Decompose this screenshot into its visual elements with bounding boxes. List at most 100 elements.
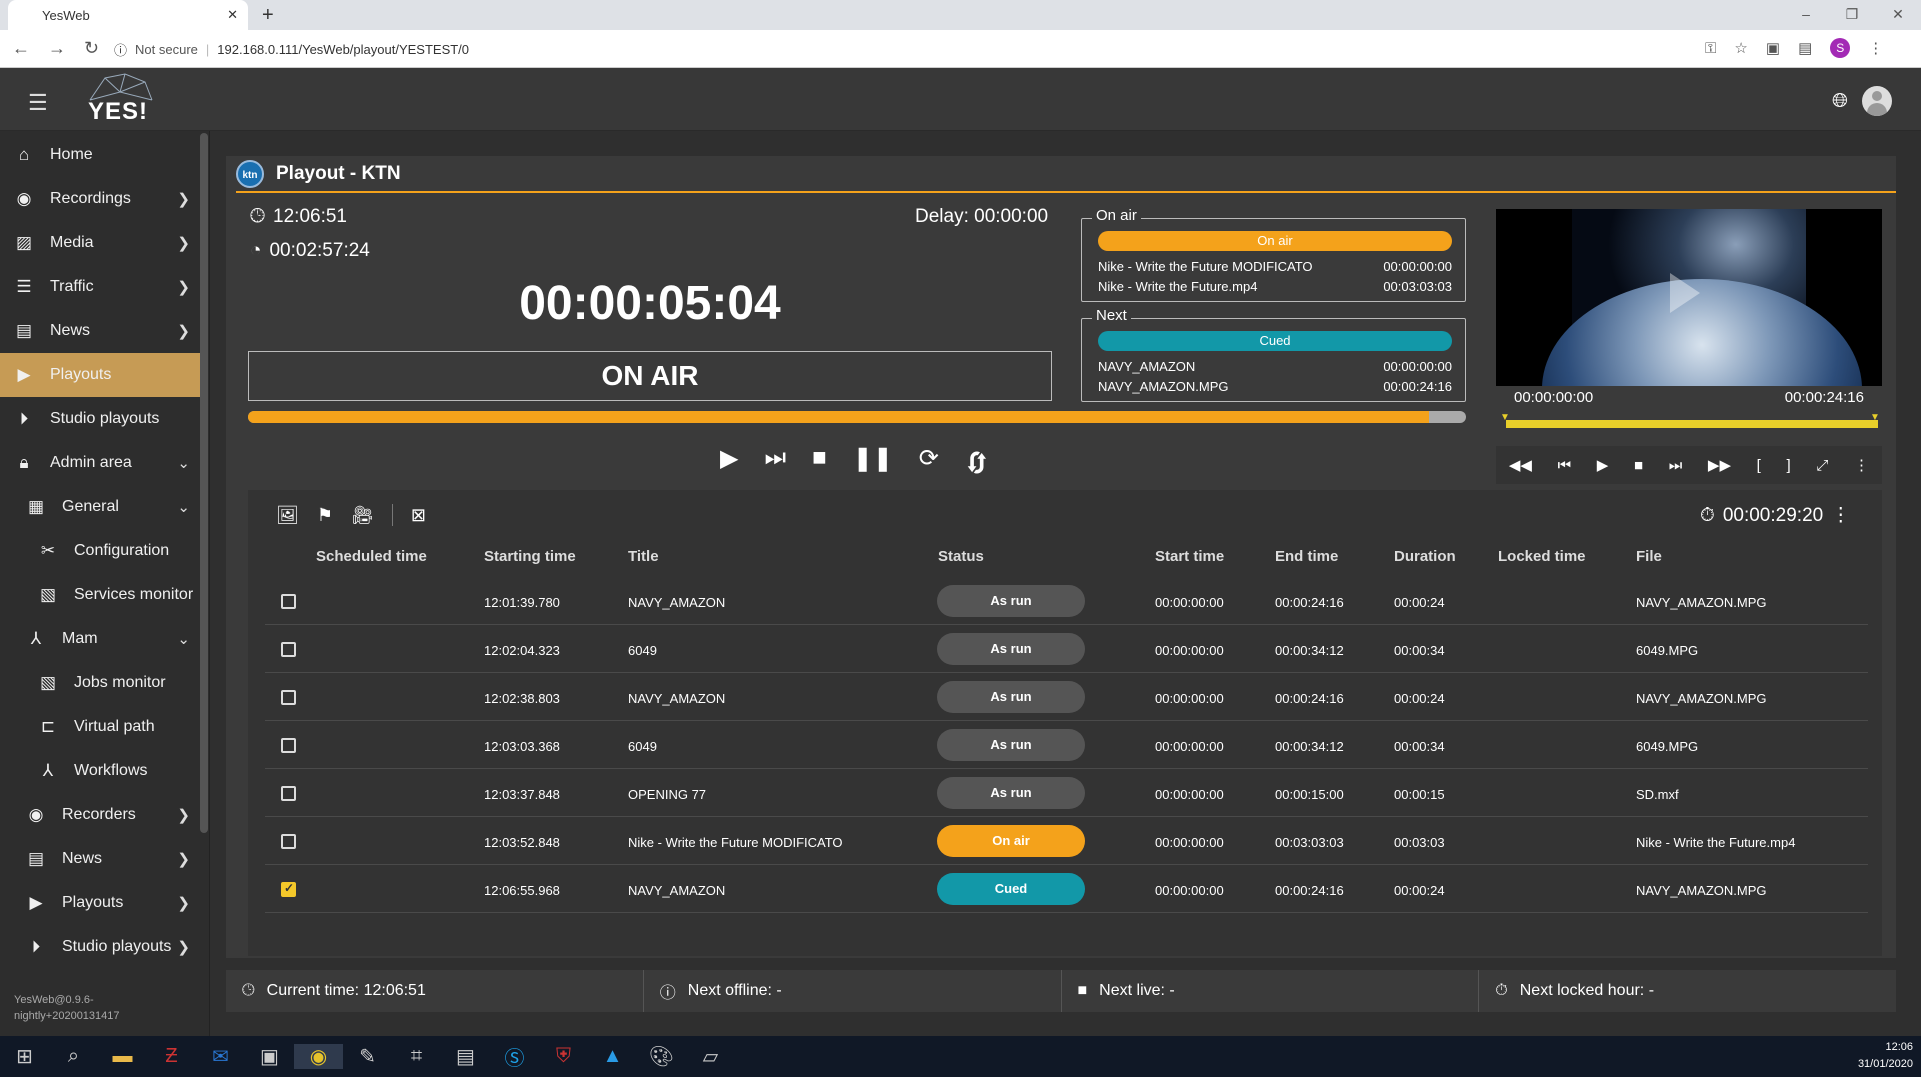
sidebar-item-playouts-admin[interactable]: ▶ Playouts ❯ — [0, 881, 200, 925]
loop-icon[interactable]: 🔄︎ — [965, 444, 989, 480]
sidebar-item-services-monitor[interactable]: ▧ Services monitor — [0, 573, 200, 617]
reload-clip-icon[interactable]: ⟳ — [919, 444, 939, 480]
add-marker-icon[interactable]: ⚑ — [317, 505, 333, 526]
antivirus-icon[interactable]: ⛨ — [539, 1045, 588, 1068]
extension-icon[interactable]: ▣ — [1766, 39, 1780, 57]
sidebar-item-media[interactable]: ▨ Media ❯ — [0, 221, 200, 265]
url-text[interactable]: 192.168.0.111/YesWeb/playout/YESTEST/0 — [217, 42, 469, 57]
close-window-icon[interactable]: ✕ — [1875, 0, 1921, 30]
search-icon[interactable]: ⌕ — [49, 1045, 98, 1068]
remote-icon[interactable]: ▤ — [441, 1044, 490, 1069]
paint-icon[interactable]: 🎨︎ — [637, 1044, 686, 1069]
sidebar-item-workflows[interactable]: ⅄ Workflows — [0, 749, 200, 793]
pause-icon[interactable]: ❚❚ — [853, 444, 893, 480]
sidebar-item-jobs-monitor[interactable]: ▧ Jobs monitor — [0, 661, 200, 705]
restore-icon[interactable]: ❐ — [1829, 0, 1875, 30]
close-tab-icon[interactable]: ✕ — [227, 7, 238, 23]
table-row[interactable]: 12:03:52.848 Nike - Write the Future MODI… — [265, 817, 1868, 865]
new-tab-icon[interactable]: + — [262, 4, 274, 27]
sidebar-item-recordings[interactable]: ◉ Recordings ❯ — [0, 177, 200, 221]
upload-icon[interactable]: ▲ — [588, 1045, 637, 1068]
table-row[interactable]: 12:02:38.803 NAVY_AMAZON 00:00:00:00 00:00:… — [265, 673, 1868, 721]
row-checkbox[interactable] — [281, 881, 296, 897]
star-icon[interactable]: ☆ — [1734, 39, 1747, 57]
delete-selection-icon[interactable]: ⊠ — [411, 505, 426, 526]
chrome-icon[interactable]: ◉ — [294, 1044, 343, 1069]
column-header[interactable]: Scheduled time — [316, 548, 427, 565]
fast-forward-icon[interactable]: ▶▶ — [1708, 456, 1731, 474]
preview-stop-icon[interactable]: ■ — [1634, 457, 1643, 474]
preview-scrubber[interactable] — [1506, 420, 1878, 428]
playlist-more-icon[interactable]: ⋮ — [1831, 504, 1850, 527]
pen-icon[interactable]: ✎ — [343, 1044, 392, 1069]
play-icon[interactable]: ▶ — [720, 444, 738, 480]
back-icon[interactable]: ← — [12, 38, 30, 59]
notes-icon[interactable]: ▱ — [686, 1044, 735, 1069]
trim-icon[interactable]: ⤢ — [1816, 457, 1828, 474]
column-header[interactable]: Duration — [1394, 548, 1456, 565]
preview-skip-next-icon[interactable]: ⏭ — [1669, 457, 1683, 474]
forward-icon[interactable]: → — [48, 38, 66, 59]
preview-play-icon[interactable] — [1670, 273, 1700, 313]
browser-tab[interactable]: YesWeb ✕ — [8, 0, 248, 30]
minimize-icon[interactable]: – — [1783, 0, 1829, 30]
sidebar-item-news-admin[interactable]: ▤ News ❯ — [0, 837, 200, 881]
table-row[interactable]: 12:06:55.968 NAVY_AMAZON 00:00:00:00 00:00:… — [265, 865, 1868, 913]
sidebar-item-virtual-path[interactable]: ⊏ Virtual path — [0, 705, 200, 749]
table-row[interactable]: 12:03:03.368 6049 00:00:00:00 00:00:34:12 00… — [265, 721, 1868, 769]
row-checkbox[interactable] — [281, 834, 296, 849]
sidebar-item-studio-playouts[interactable]: ⏵ Studio playouts — [0, 397, 200, 441]
column-header[interactable]: Start time — [1155, 548, 1224, 565]
sidebar-item-home[interactable]: ⌂ Home — [0, 133, 200, 177]
column-header[interactable]: End time — [1275, 548, 1338, 565]
taskbar-clock[interactable]: 12:06 31/01/2020 — [1858, 1039, 1913, 1073]
sidebar-scrollbar[interactable] — [200, 133, 208, 833]
sidebar-item-admin-area[interactable]: 🔒︎ Admin area ⌄ — [0, 441, 200, 485]
skype-icon[interactable]: Ⓢ — [490, 1042, 539, 1071]
row-checkbox[interactable] — [281, 594, 296, 609]
app-icon[interactable]: ▣ — [245, 1044, 294, 1069]
rewind-icon[interactable]: ◀◀ — [1509, 456, 1532, 474]
preview-more-icon[interactable]: ⋮ — [1854, 456, 1869, 474]
key-icon[interactable]: ⚿ — [1705, 40, 1716, 57]
column-header[interactable]: File — [1636, 548, 1662, 565]
row-checkbox[interactable] — [281, 738, 296, 753]
hamburger-menu-icon[interactable]: ☰ — [28, 90, 48, 116]
sidebar-item-playouts[interactable]: ▶ Playouts — [0, 353, 200, 397]
shield-extension-icon[interactable]: ▤ — [1798, 39, 1812, 57]
sidebar-item-studio-playouts-admin[interactable]: ⏵ Studio playouts ❯ — [0, 925, 200, 969]
mark-out-icon[interactable]: ] — [1787, 457, 1791, 474]
skip-previous-icon[interactable]: ⏮ — [1558, 457, 1572, 474]
user-avatar-icon[interactable] — [1862, 86, 1892, 116]
video-preview[interactable] — [1496, 209, 1882, 386]
table-row[interactable]: 12:03:37.848 OPENING 77 00:00:00:00 00:00:1… — [265, 769, 1868, 817]
preview-play-button-icon[interactable]: ▶ — [1597, 456, 1609, 474]
add-live-icon[interactable]: 🎥︎ — [351, 505, 374, 526]
stop-icon[interactable]: ■ — [812, 444, 827, 480]
column-header[interactable]: Starting time — [484, 548, 576, 565]
row-checkbox[interactable] — [281, 786, 296, 801]
info-icon[interactable]: ⓘ — [114, 40, 127, 59]
skip-next-icon[interactable]: ⏭ — [764, 444, 786, 480]
sidebar-item-recorders[interactable]: ◉ Recorders ❯ — [0, 793, 200, 837]
sidebar-item-news[interactable]: ▤ News ❯ — [0, 309, 200, 353]
globe-icon[interactable]: 🌐︎ — [1832, 90, 1848, 113]
filezilla-icon[interactable]: Ƶ — [147, 1045, 196, 1068]
table-row[interactable]: 12:02:04.323 6049 00:00:00:00 00:00:34:12 00… — [265, 625, 1868, 673]
network-icon[interactable]: ⌗ — [392, 1045, 441, 1068]
sidebar-item-mam[interactable]: ⅄ Mam ⌄ — [0, 617, 200, 661]
sidebar-item-general[interactable]: ▦ General ⌄ — [0, 485, 200, 529]
reload-icon[interactable]: ↻ — [84, 38, 99, 59]
outlook-icon[interactable]: ✉ — [196, 1044, 245, 1069]
sidebar-item-traffic[interactable]: ☰ Traffic ❯ — [0, 265, 200, 309]
column-header[interactable]: Status — [938, 548, 984, 565]
table-row[interactable]: 12:01:39.780 NAVY_AMAZON 00:00:00:00 00:00:… — [265, 577, 1868, 625]
mark-in-icon[interactable]: [ — [1757, 457, 1761, 474]
row-checkbox[interactable] — [281, 642, 296, 657]
profile-avatar[interactable]: S — [1830, 38, 1851, 58]
windows-start-icon[interactable]: ⊞ — [0, 1044, 49, 1069]
file-explorer-icon[interactable]: ▬ — [98, 1045, 147, 1068]
sidebar-item-configuration[interactable]: ✂ Configuration — [0, 529, 200, 573]
add-media-icon[interactable]: 🖼︎ — [276, 505, 299, 526]
column-header[interactable]: Title — [628, 548, 659, 565]
